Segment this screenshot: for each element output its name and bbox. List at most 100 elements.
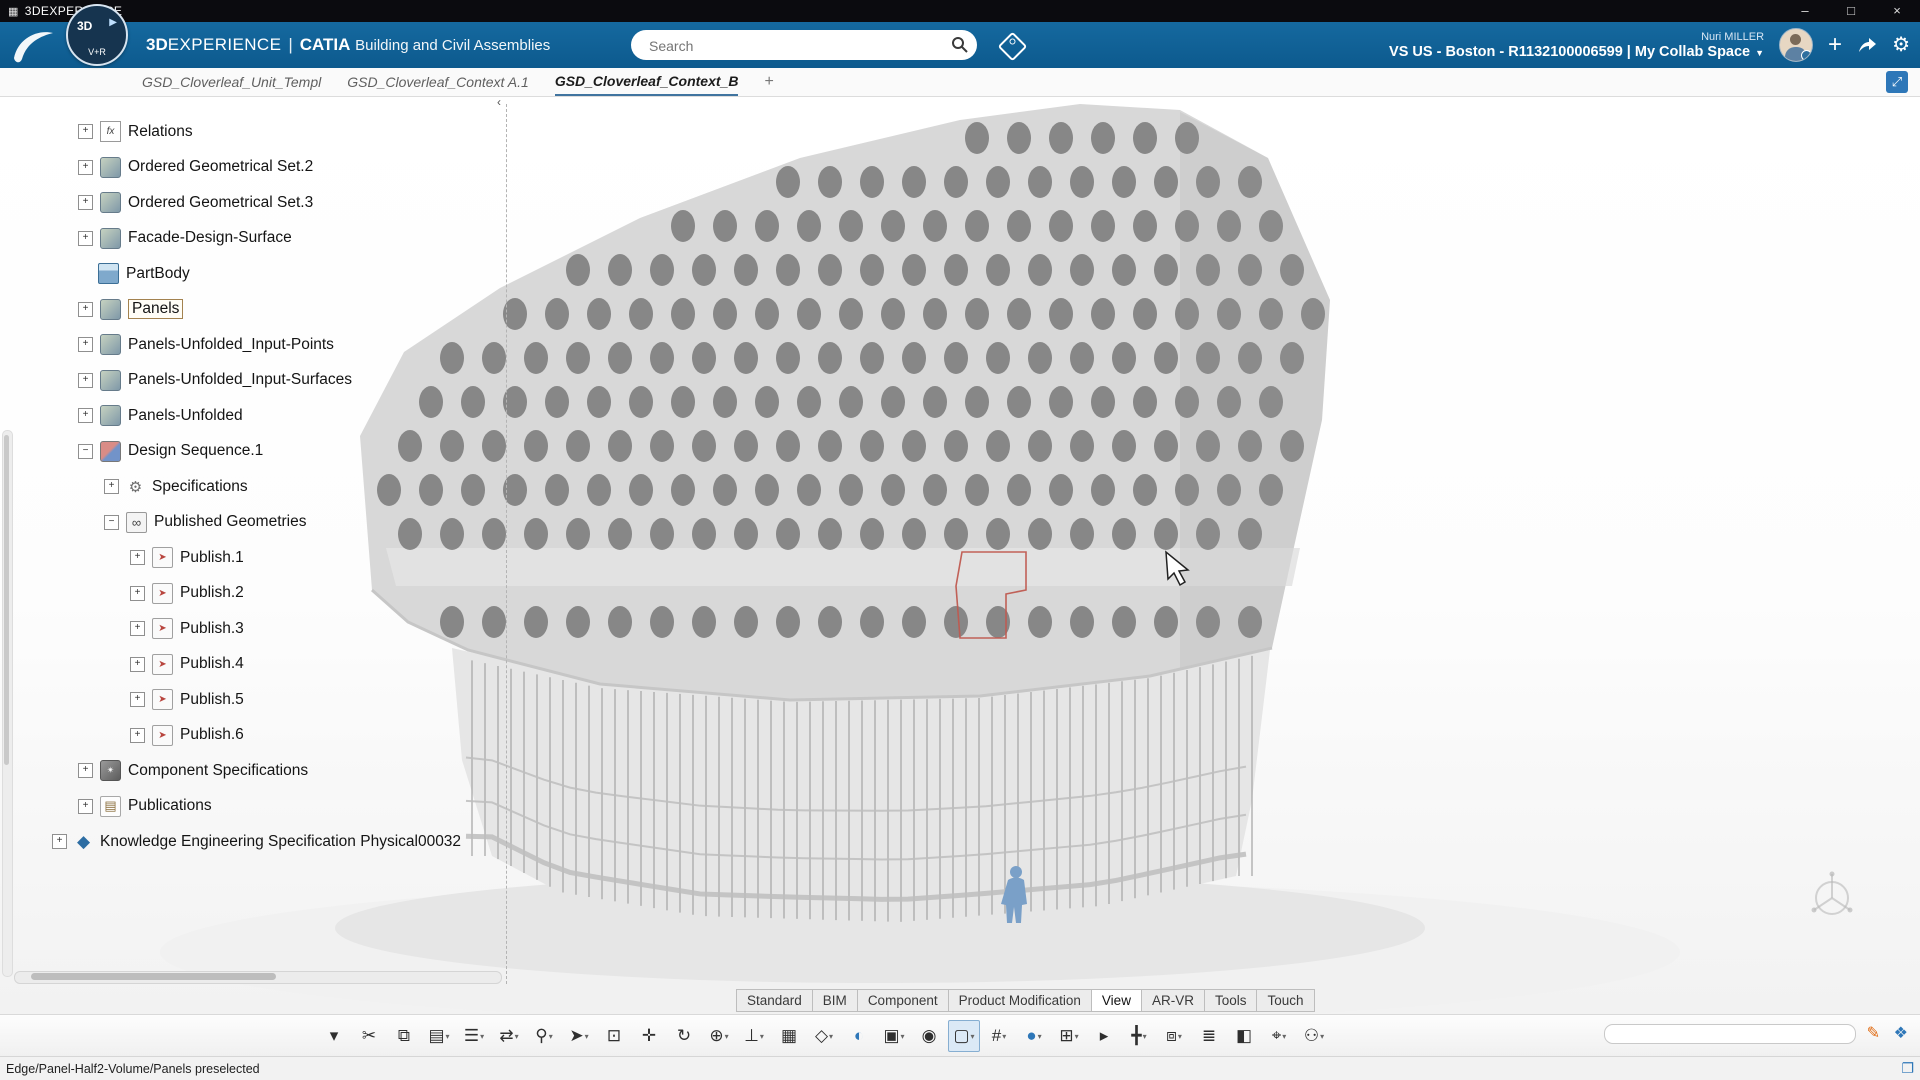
manikin-icon[interactable]: ⚇▾ (1298, 1020, 1330, 1052)
search-zoom-icon[interactable]: ⚲▾ (528, 1020, 560, 1052)
new-tab-button[interactable]: + (764, 69, 773, 95)
tree-item-publish-6[interactable]: +➤Publish.6 (0, 718, 461, 754)
collapse-icon[interactable]: − (104, 515, 119, 530)
tree-item-label[interactable]: Ordered Geometrical Set.3 (128, 194, 313, 212)
tree-item-label[interactable]: Knowledge Engineering Specification Phys… (100, 833, 461, 851)
tree-item-panels-unfolded-input-points[interactable]: +Panels-Unfolded_Input-Points (0, 327, 461, 363)
fullscreen-icon[interactable]: ⤢ (1886, 71, 1908, 93)
tree-item-label[interactable]: Component Specifications (128, 762, 308, 780)
command-field[interactable] (1604, 1024, 1856, 1044)
tree-item-label[interactable]: Design Sequence.1 (128, 442, 263, 460)
avatar[interactable] (1779, 28, 1813, 62)
expand-icon[interactable]: + (104, 479, 119, 494)
fit-all-in-icon[interactable]: ⊡ (598, 1020, 630, 1052)
tag-icon[interactable] (998, 32, 1028, 62)
tree-item-partbody[interactable]: PartBody (0, 256, 461, 292)
tree-item-label[interactable]: Publish.4 (180, 655, 244, 673)
expand-icon[interactable]: + (78, 763, 93, 778)
pan-icon[interactable]: ✛ (633, 1020, 665, 1052)
collapse-toolbar-icon[interactable]: ▾ (318, 1020, 350, 1052)
toolbar-corner-icon[interactable]: ❖ (1894, 1023, 1908, 1043)
vertical-scrollbar[interactable] (2, 430, 13, 977)
workspace-block[interactable]: Nuri MILLER VS US - Boston - R1132100006… (1389, 31, 1764, 60)
render-style-icon[interactable]: ▣▾ (878, 1020, 910, 1052)
dropdown-arrow-icon[interactable]: ▾ (760, 1032, 764, 1041)
horizontal-scrollbar[interactable] (14, 971, 502, 984)
maximize-button[interactable]: □ (1828, 0, 1874, 22)
expand-icon[interactable]: + (130, 728, 145, 743)
ribbon-tab-touch[interactable]: Touch (1256, 989, 1314, 1012)
dropdown-arrow-icon[interactable]: ▾ (1178, 1032, 1182, 1041)
copy-icon[interactable]: ⧉ (388, 1020, 420, 1052)
tree-item-panels[interactable]: +Panels (0, 292, 461, 328)
tree-item-ordered-geometrical-set-3[interactable]: + Ordered Geometrical Set.3 (0, 185, 461, 221)
tab-gsd-cloverleaf-context-a-1[interactable]: GSD_Cloverleaf_Context A.1 (347, 69, 529, 95)
ribbon-tab-ar-vr[interactable]: AR-VR (1141, 989, 1205, 1012)
tree-item-publish-3[interactable]: +➤Publish.3 (0, 611, 461, 647)
expand-icon[interactable]: + (130, 550, 145, 565)
layers-icon[interactable]: ≣ (1193, 1020, 1225, 1052)
edit-pencil-icon[interactable]: ✎ (1867, 1023, 1880, 1043)
expand-icon[interactable]: + (52, 834, 67, 849)
tree-item-label[interactable]: Facade-Design-Surface (128, 229, 292, 247)
tree-item-facade-design-surface[interactable]: + Facade-Design-Surface (0, 221, 461, 257)
add-content-button[interactable]: + (1828, 35, 1842, 55)
measure-icon[interactable]: ⌖▾ (1263, 1020, 1295, 1052)
tab-gsd-cloverleaf-context-b[interactable]: GSD_Cloverleaf_Context_B (555, 68, 739, 96)
tree-item-publications[interactable]: +▤Publications (0, 789, 461, 825)
collapse-icon[interactable]: − (78, 444, 93, 459)
tree-item-label[interactable]: Publish.3 (180, 620, 244, 638)
tree-reframe-icon[interactable]: ╋▾ (1123, 1020, 1155, 1052)
dropdown-arrow-icon[interactable]: ▾ (549, 1032, 553, 1041)
search-icon[interactable] (951, 36, 968, 58)
close-button[interactable]: × (1874, 0, 1920, 22)
expand-icon[interactable]: + (130, 621, 145, 636)
tree-item-component-specifications[interactable]: +✴Component Specifications (0, 753, 461, 789)
ribbon-tab-product-modification[interactable]: Product Modification (948, 989, 1092, 1012)
normal-view-icon[interactable]: ⊥▾ (738, 1020, 770, 1052)
tree-item-label[interactable]: Publish.6 (180, 726, 244, 744)
horizontal-scrollbar-thumb[interactable] (31, 973, 276, 980)
cut-icon[interactable]: ✂ (353, 1020, 385, 1052)
section-icon[interactable]: #▾ (983, 1020, 1015, 1052)
tab-gsd-cloverleaf-unit-templ[interactable]: GSD_Cloverleaf_Unit_Templ (142, 69, 321, 95)
tree-item-published-geometries[interactable]: −∞Published Geometries (0, 505, 461, 541)
tree-item-label[interactable]: Panels-Unfolded_Input-Points (128, 336, 334, 354)
tree-item-publish-5[interactable]: +➤Publish.5 (0, 682, 461, 718)
dropdown-arrow-icon[interactable]: ▾ (829, 1032, 833, 1041)
ribbon-tab-bim[interactable]: BIM (812, 989, 858, 1012)
tree-item-label[interactable]: Publications (128, 797, 212, 815)
tree-item-label[interactable]: Publish.1 (180, 549, 244, 567)
dropdown-arrow-icon[interactable]: ▾ (971, 1032, 975, 1041)
globe-icon[interactable]: ◐ (843, 1020, 875, 1052)
tree-item-label[interactable]: Published Geometries (154, 513, 307, 531)
minimize-button[interactable]: – (1782, 0, 1828, 22)
fly-mode-icon[interactable]: ➤▾ (563, 1020, 595, 1052)
tree-item-label[interactable]: Relations (128, 123, 193, 141)
expand-icon[interactable]: + (78, 408, 93, 423)
dropdown-arrow-icon[interactable]: ▾ (1002, 1032, 1006, 1041)
expand-icon[interactable]: + (78, 195, 93, 210)
expand-icon[interactable]: + (130, 692, 145, 707)
iso-view-icon[interactable]: ◇▾ (808, 1020, 840, 1052)
dropdown-arrow-icon[interactable]: ▾ (1282, 1032, 1286, 1041)
compass-3d-icon[interactable]: 3D ▶ V+R (66, 4, 128, 66)
tree-item-ordered-geometrical-set-2[interactable]: +Ordered Geometrical Set.2 (0, 150, 461, 186)
tree-item-publish-1[interactable]: +➤Publish.1 (0, 540, 461, 576)
tree-item-label[interactable]: Publish.5 (180, 691, 244, 709)
tree-splitter[interactable] (506, 104, 507, 984)
search-input[interactable] (647, 34, 941, 58)
ribbon-tab-tools[interactable]: Tools (1204, 989, 1258, 1012)
expand-icon[interactable]: + (78, 231, 93, 246)
splitter-collapse-icon[interactable]: ‹ (492, 96, 506, 110)
share-icon[interactable] (1857, 36, 1877, 54)
dropdown-arrow-icon[interactable]: ▾ (1320, 1032, 1324, 1041)
dropdown-arrow-icon[interactable]: ▾ (1038, 1032, 1042, 1041)
tree-item-design-sequence-1[interactable]: − Design Sequence.1 (0, 434, 461, 470)
dropdown-arrow-icon[interactable]: ▾ (446, 1032, 450, 1041)
ribbon-tab-standard[interactable]: Standard (736, 989, 813, 1012)
expand-icon[interactable]: + (78, 124, 93, 139)
capture-icon[interactable]: ▢▾ (948, 1020, 980, 1052)
expand-icon[interactable]: + (78, 799, 93, 814)
shaded-view-icon[interactable]: ◧ (1228, 1020, 1260, 1052)
